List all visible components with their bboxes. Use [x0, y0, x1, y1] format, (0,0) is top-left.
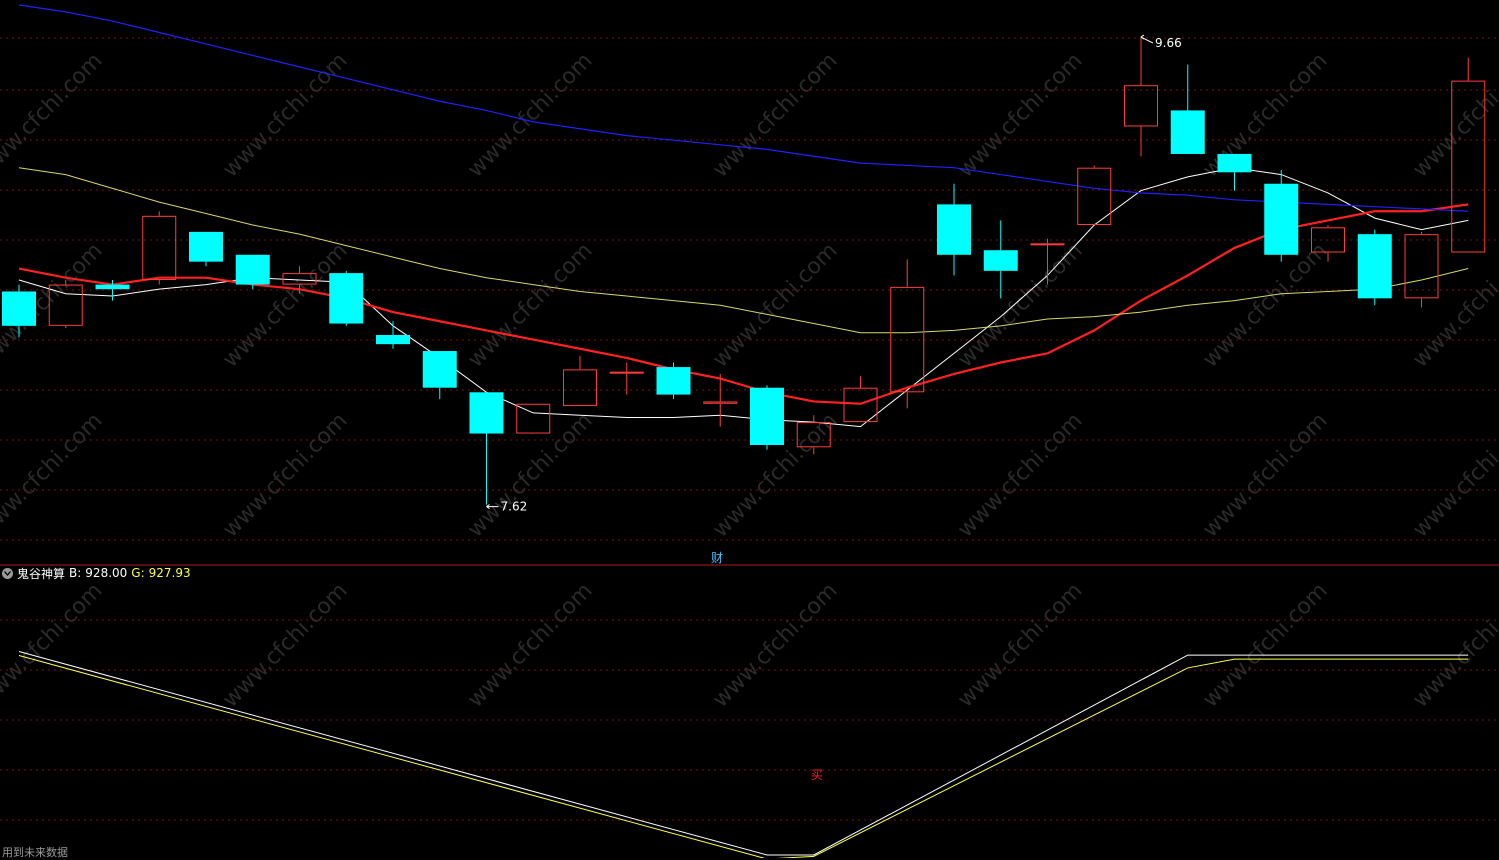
high-annotation: 9.66	[1140, 34, 1182, 50]
candle-body	[1170, 110, 1205, 154]
watermark-text: www.cfchi.com	[708, 578, 842, 712]
candle-body	[609, 371, 644, 374]
candle[interactable]	[1451, 57, 1486, 253]
watermark-text: www.cfchi.com	[708, 48, 842, 182]
candle[interactable]	[890, 259, 925, 409]
watermark-text: www.cfchi.com	[463, 48, 597, 182]
candle-body	[1124, 85, 1158, 127]
candle-body	[422, 351, 457, 388]
watermark-text: www.cfchi.com	[0, 578, 108, 712]
candle-body	[516, 403, 551, 434]
candle[interactable]	[609, 362, 644, 395]
watermark-text: www.cfchi.com	[708, 238, 842, 372]
finance-marker[interactable]: 财	[711, 551, 723, 565]
candle-body	[983, 250, 1018, 271]
watermark-text: www.cfchi.com	[218, 408, 352, 542]
watermark-text: www.cfchi.com	[1408, 578, 1499, 712]
candle-body	[1217, 153, 1252, 173]
candle-body	[937, 204, 971, 255]
indicator-header: 鬼谷神算 B: 928.00 G: 927.93	[2, 565, 191, 581]
buy-signal-label: 买	[811, 768, 823, 782]
candle[interactable]	[189, 231, 223, 267]
candle[interactable]	[563, 355, 597, 407]
indicator-b-label: B:	[69, 566, 82, 580]
candle-body	[329, 273, 364, 324]
watermark-text: www.cfchi.com	[1408, 48, 1499, 182]
chevron-down-icon[interactable]	[2, 567, 13, 579]
high-arrow-icon	[1140, 34, 1154, 44]
indicator-g-value: 927.93	[148, 566, 191, 580]
candle[interactable]	[1264, 170, 1299, 262]
high-label: 9.66	[1155, 36, 1182, 50]
candle-body	[235, 254, 270, 285]
watermark-text: www.cfchi.com	[218, 578, 352, 712]
candle[interactable]	[329, 270, 364, 326]
candle-body	[563, 369, 597, 407]
candle[interactable]	[235, 254, 270, 290]
candle[interactable]	[983, 220, 1018, 299]
candle[interactable]	[750, 385, 784, 450]
candle[interactable]	[1124, 37, 1158, 157]
candle[interactable]	[422, 351, 457, 400]
candle[interactable]	[1357, 229, 1392, 306]
candle[interactable]	[469, 392, 504, 505]
indicator-name[interactable]: 鬼谷神算	[17, 565, 65, 582]
candle-body	[656, 367, 691, 395]
low-label: 7.62	[501, 500, 528, 514]
watermark-text: www.cfchi.com	[953, 48, 1087, 182]
candle[interactable]	[376, 321, 410, 349]
ma-white-line	[18, 167, 1469, 428]
indicator-g-label: G:	[131, 566, 145, 580]
candle-body	[95, 284, 130, 290]
watermark-text: www.cfchi.com	[1198, 578, 1332, 712]
indicator-b-value: 928.00	[85, 566, 128, 580]
stock-chart: www.cfchi.com www.cfchi.com www.cfchi.com w…	[0, 4, 1499, 858]
watermark-text: www.cfchi.com	[953, 408, 1087, 542]
watermark-text: www.cfchi.com	[1198, 408, 1332, 542]
candle-body	[189, 231, 223, 262]
candle[interactable]	[1404, 231, 1439, 308]
watermark-text: www.cfchi.com	[463, 578, 597, 712]
candle-body	[750, 387, 784, 445]
watermark-text: www.cfchi.com	[1408, 408, 1499, 542]
candle[interactable]	[1170, 64, 1205, 154]
watermark-text: www.cfchi.com	[463, 238, 597, 372]
candle-body	[843, 387, 878, 423]
candle[interactable]	[656, 362, 691, 400]
candle[interactable]	[937, 183, 971, 276]
candle-body	[469, 392, 504, 434]
candle-body	[1357, 234, 1392, 299]
candle[interactable]	[142, 211, 177, 285]
candle-body	[703, 401, 738, 404]
watermark-text: www.cfchi.com	[953, 238, 1087, 372]
watermark-text: www.cfchi.com	[218, 48, 352, 182]
candle-body	[142, 215, 177, 280]
candle-body	[1404, 234, 1439, 299]
watermark-text: www.cfchi.com	[953, 578, 1087, 712]
candle-body	[1030, 243, 1065, 246]
candle-body	[1264, 183, 1299, 255]
candle[interactable]	[1217, 153, 1252, 191]
candle-body	[376, 335, 410, 345]
candle-body	[2, 291, 36, 326]
watermark-text: www.cfchi.com	[0, 48, 108, 182]
watermark-text: www.cfchi.com	[0, 408, 108, 542]
